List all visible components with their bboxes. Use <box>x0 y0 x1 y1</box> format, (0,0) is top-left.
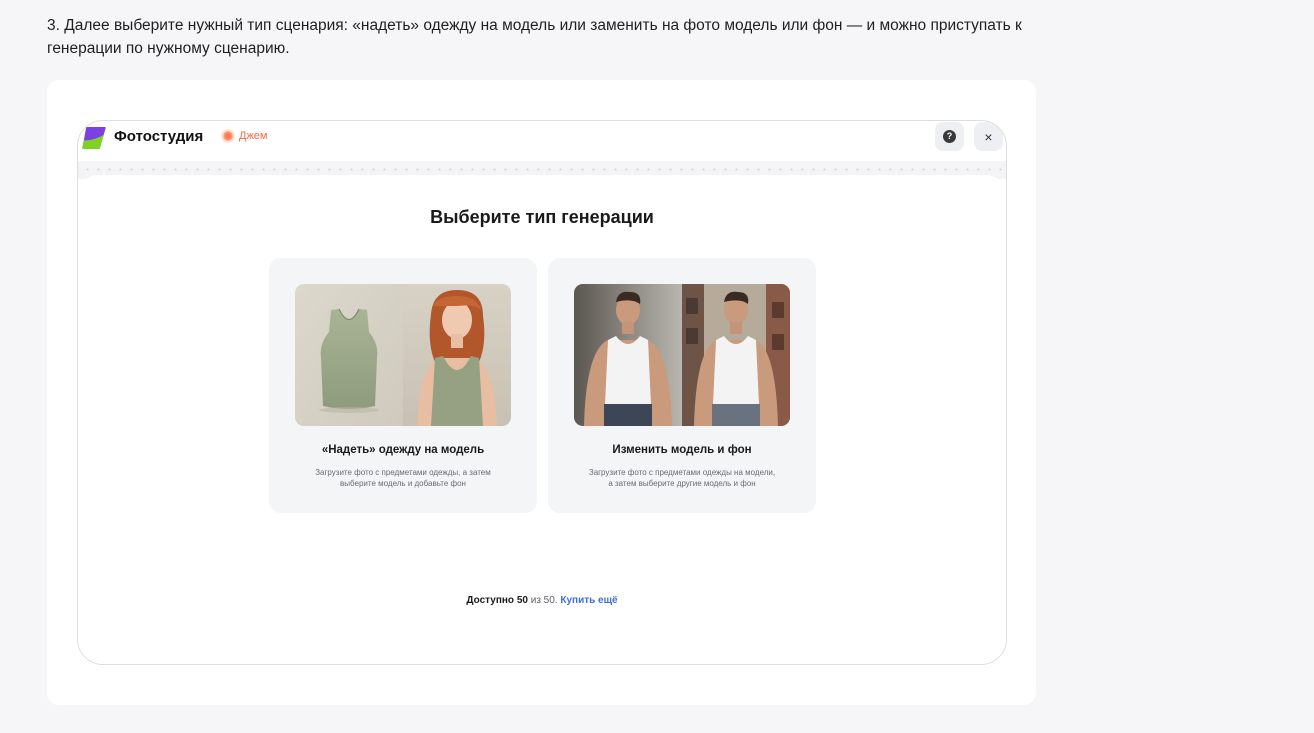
content-area <box>78 175 1006 664</box>
jam-dot-icon <box>223 131 233 141</box>
card-dress-model-title: «Надеть» одежду на модель <box>321 444 485 456</box>
app-header: Фотостудия Джем ? × <box>78 121 1006 161</box>
card-dress-model[interactable]: «Надеть» одежду на модель Загрузите фото… <box>269 258 537 513</box>
tank-top-photo <box>295 284 403 426</box>
help-icon: ? <box>943 130 956 143</box>
card-change-model-title: Изменить модель и фон <box>612 444 752 456</box>
card-dress-model-image <box>295 284 511 426</box>
buy-more-link[interactable]: Купить ещё <box>560 595 617 606</box>
card-change-model-background[interactable]: Изменить модель и фон Загрузите фото с п… <box>548 258 816 513</box>
app-window: Фотостудия Джем ? × Выберите тип генерац… <box>77 120 1007 665</box>
article-paragraph: 3. Далее выберите нужный тип сценария: «… <box>47 17 1022 57</box>
jam-label: Джем <box>239 130 268 142</box>
card-change-model-image <box>574 284 790 426</box>
quota-line: Доступно 50 из 50. Купить ещё <box>78 595 1006 606</box>
app-logo-icon <box>82 127 106 149</box>
quota-available: 50 <box>516 595 528 606</box>
app-title: Фотостудия <box>114 128 204 145</box>
man-model-photo-changed <box>682 284 790 426</box>
card-dress-model-description: Загрузите фото с предметами одежды, а за… <box>315 468 491 488</box>
close-button[interactable]: × <box>974 122 1003 151</box>
page-title: Выберите тип генерации <box>430 207 654 227</box>
woman-model-photo <box>403 284 511 426</box>
jam-badge: Джем <box>223 130 268 142</box>
close-icon: × <box>984 128 993 145</box>
help-button[interactable]: ? <box>935 122 964 151</box>
quota-total: из 50. <box>530 595 558 606</box>
quota-prefix: Доступно <box>466 595 515 606</box>
man-model-photo-original <box>574 284 682 426</box>
screenshot-frame: Фотостудия Джем ? × Выберите тип генерац… <box>47 80 1036 705</box>
card-change-model-description: Загрузите фото с предметами одежды на мо… <box>588 468 776 488</box>
